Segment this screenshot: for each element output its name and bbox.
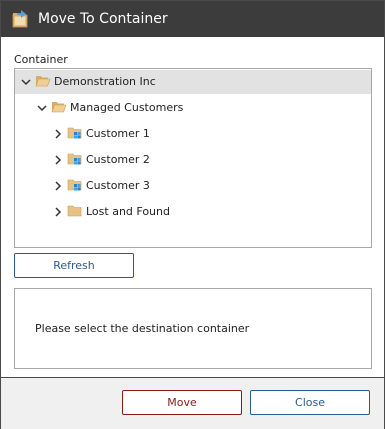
tree-node-customer-1[interactable]: Customer 1 (15, 122, 371, 146)
container-label: Container (14, 53, 68, 66)
customer-folder-icon (67, 127, 82, 139)
chevron-right-icon[interactable] (53, 129, 63, 139)
message-panel: Please select the destination container (14, 288, 372, 369)
tree-node-label: Customer 1 (86, 127, 150, 140)
tree-node-label: Managed Customers (70, 101, 184, 114)
chevron-down-icon[interactable] (21, 77, 31, 87)
tree-node-label: Demonstration Inc (54, 75, 156, 88)
tree-node-label: Customer 2 (86, 153, 150, 166)
chevron-right-icon[interactable] (53, 207, 63, 217)
container-tree[interactable]: Demonstration Inc Managed Customers Cust… (14, 68, 372, 248)
move-button[interactable]: Move (122, 390, 242, 415)
tree-node-customer-2[interactable]: Customer 2 (15, 148, 371, 172)
chevron-right-icon[interactable] (53, 155, 63, 165)
close-button[interactable]: Close (250, 390, 370, 415)
chevron-right-icon[interactable] (53, 181, 63, 191)
customer-folder-icon (67, 179, 82, 191)
folder-open-icon (35, 76, 51, 87)
folder-open-icon (51, 102, 67, 113)
tree-node-demonstration-inc[interactable]: Demonstration Inc (15, 70, 371, 94)
tree-node-managed-customers[interactable]: Managed Customers (15, 96, 371, 120)
chevron-down-icon[interactable] (37, 103, 47, 113)
tree-node-label: Lost and Found (86, 205, 170, 218)
refresh-button[interactable]: Refresh (14, 253, 134, 278)
tree-node-lost-and-found[interactable]: Lost and Found (15, 200, 371, 224)
customer-folder-icon (67, 153, 82, 165)
folder-icon (67, 205, 82, 217)
tree-node-customer-3[interactable]: Customer 3 (15, 174, 371, 198)
move-container-icon (12, 10, 28, 28)
dialog-title: Move To Container (38, 11, 168, 27)
title-bar: Move To Container (1, 1, 384, 37)
tree-node-label: Customer 3 (86, 179, 150, 192)
dialog-footer: Move Close (1, 377, 384, 429)
status-message: Please select the destination container (35, 322, 250, 335)
move-to-container-dialog: Move To Container Container Demonstratio… (0, 0, 385, 429)
